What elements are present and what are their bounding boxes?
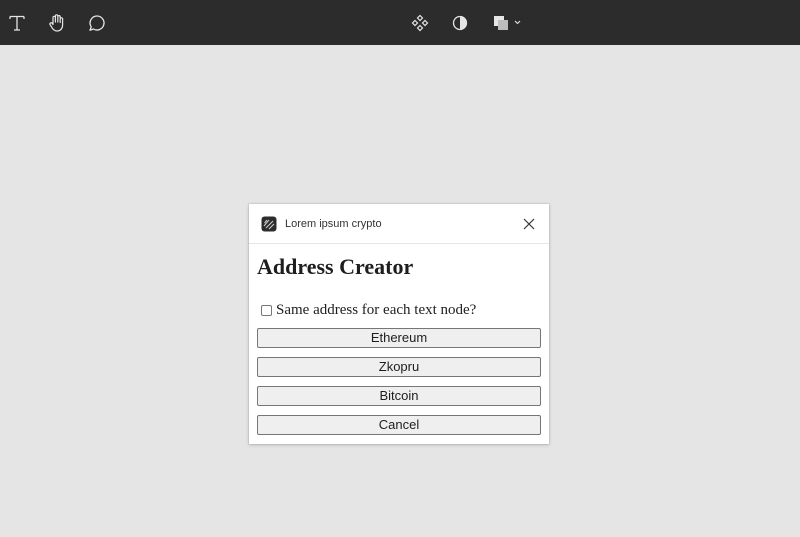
comment-tool-icon[interactable] [85,11,109,35]
same-address-checkbox[interactable] [261,304,272,316]
plugin-name: Lorem ipsum crypto [285,218,382,230]
close-button[interactable] [519,214,539,234]
plugin-dialog: Lorem ipsum crypto Address Creator Same … [249,204,549,444]
checkbox-label: Same address for each text node? [276,302,477,318]
dialog-body: Address Creator Same address for each te… [257,244,541,435]
dialog-header: Lorem ipsum crypto [249,204,549,244]
zkopru-button[interactable]: Zkopru [257,357,541,377]
top-toolbar [0,0,800,45]
boolean-shapes-icon[interactable] [490,11,526,35]
contrast-icon[interactable] [448,11,472,35]
cancel-button[interactable]: Cancel [257,415,541,435]
bitcoin-button[interactable]: Bitcoin [257,386,541,406]
plugin-icon [261,216,277,232]
close-icon [523,218,535,230]
component-icon[interactable] [408,11,432,35]
page-title: Address Creator [257,254,414,279]
same-address-checkbox-row[interactable]: Same address for each text node? [257,301,476,319]
hand-tool-icon[interactable] [45,11,69,35]
ethereum-button[interactable]: Ethereum [257,328,541,348]
text-tool-icon[interactable] [5,11,29,35]
